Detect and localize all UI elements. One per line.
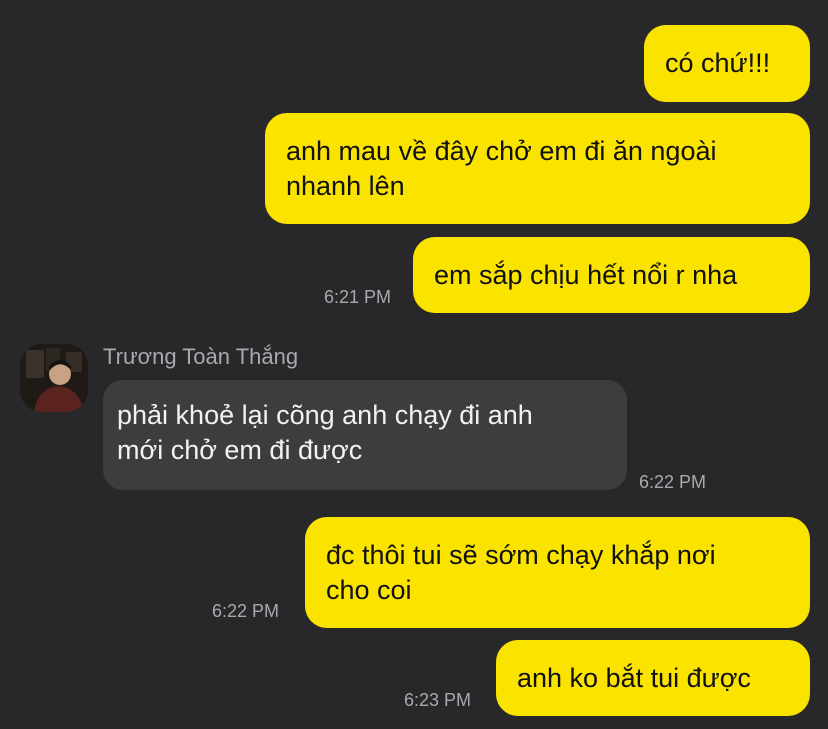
message-timestamp: 6:22 PM xyxy=(639,472,707,492)
message-bubble-outgoing[interactable]: em sắp chịu hết nổi r nha xyxy=(413,237,810,313)
message-bubble-outgoing[interactable]: đc thôi tui sẽ sớm chạy khắp nơi cho coi xyxy=(305,517,810,628)
message-text: em sắp chịu hết nổi r nha xyxy=(434,260,738,290)
contact-avatar[interactable] xyxy=(20,344,88,412)
message-bubble-outgoing[interactable]: có chứ!!! xyxy=(644,25,810,102)
message-text: nhanh lên xyxy=(286,171,405,201)
message-timestamp: 6:21 PM xyxy=(324,287,392,307)
message-text: anh ko bắt tui được xyxy=(517,663,751,693)
message-text: mới chở em đi được xyxy=(117,435,363,465)
message-text: phải khoẻ lại cõng anh chạy đi anh xyxy=(117,400,533,430)
message-timestamp: 6:23 PM xyxy=(404,690,472,710)
message-text: cho coi xyxy=(326,575,412,605)
message-bubble-outgoing[interactable]: anh mau về đây chở em đi ăn ngoài nhanh … xyxy=(265,113,810,224)
message-timestamp: 6:22 PM xyxy=(212,601,280,621)
sender-name: Trương Toàn Thắng xyxy=(103,344,299,369)
message-text: đc thôi tui sẽ sớm chạy khắp nơi xyxy=(326,540,716,570)
message-text: có chứ!!! xyxy=(665,48,771,78)
message-bubble-outgoing[interactable]: anh ko bắt tui được xyxy=(496,640,810,716)
message-bubble-incoming[interactable]: phải khoẻ lại cõng anh chạy đi anh mới c… xyxy=(103,380,627,490)
message-text: anh mau về đây chở em đi ăn ngoài xyxy=(286,136,717,166)
